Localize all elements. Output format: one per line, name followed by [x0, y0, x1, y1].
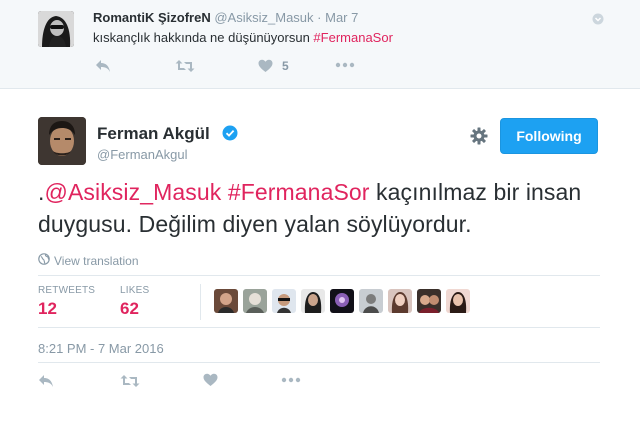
- view-translation-label: View translation: [54, 253, 139, 268]
- liker-avatar[interactable]: [214, 289, 238, 313]
- reply-icon[interactable]: [95, 59, 111, 73]
- liker-avatar[interactable]: [359, 289, 383, 313]
- tweet-timestamp[interactable]: 8:21 PM - 7 Mar 2016: [38, 341, 164, 356]
- liker-avatar[interactable]: [388, 289, 412, 313]
- gear-icon[interactable]: [470, 127, 488, 145]
- following-button[interactable]: Following: [500, 118, 598, 154]
- liker-avatar[interactable]: [417, 289, 441, 313]
- like-button[interactable]: 5: [258, 59, 289, 73]
- reply-icon[interactable]: [38, 374, 54, 388]
- reply-author-handle[interactable]: @Asiksiz_Masuk: [214, 10, 313, 25]
- divider-middle: [38, 327, 600, 328]
- main-author-name[interactable]: Ferman Akgül: [97, 124, 210, 144]
- reply-like-count: 5: [282, 59, 289, 73]
- stats-divider: [200, 284, 201, 320]
- more-icon[interactable]: [281, 377, 301, 383]
- liker-avatars: [214, 289, 475, 315]
- hashtag-link[interactable]: #FermanaSor: [228, 179, 370, 205]
- liker-avatar[interactable]: [272, 289, 296, 313]
- reply-author-name[interactable]: RomantiK ŞizofreN: [93, 10, 211, 25]
- divider-top: [38, 275, 600, 276]
- reply-tweet[interactable]: RomantiK ŞizofreN @Asiksiz_Masuk · Mar 7…: [0, 0, 640, 89]
- liker-avatar[interactable]: [446, 289, 470, 313]
- heart-icon[interactable]: [203, 373, 218, 387]
- main-avatar[interactable]: [38, 117, 86, 165]
- reply-action-bar: 5: [95, 59, 395, 77]
- likes-stat[interactable]: LIKES 62: [120, 285, 149, 319]
- retweets-label: RETWEETS: [38, 285, 96, 296]
- verified-icon: [222, 125, 238, 141]
- mention-link[interactable]: @Asiksiz_Masuk: [45, 179, 222, 205]
- liker-avatar[interactable]: [301, 289, 325, 313]
- likes-count: 62: [120, 299, 139, 318]
- reply-separator: ·: [317, 10, 322, 25]
- more-icon[interactable]: [335, 62, 355, 68]
- reply-date[interactable]: Mar 7: [325, 10, 358, 25]
- view-translation-link[interactable]: View translation: [38, 253, 139, 268]
- caret-down-icon[interactable]: [592, 12, 604, 25]
- liker-avatar[interactable]: [330, 289, 354, 313]
- likes-label: LIKES: [120, 285, 150, 296]
- retweets-stat[interactable]: RETWEETS 12: [38, 285, 95, 319]
- heart-icon: [258, 59, 273, 73]
- retweet-icon[interactable]: [175, 59, 195, 73]
- retweets-count: 12: [38, 299, 57, 318]
- liker-avatar[interactable]: [243, 289, 267, 313]
- reply-text-body: kıskançlık hakkında ne düşünüyorsun: [93, 30, 314, 45]
- reply-tweet-text: kıskançlık hakkında ne düşünüyorsun #Fer…: [93, 30, 393, 45]
- divider-bottom: [38, 362, 600, 363]
- reply-hashtag-link[interactable]: #FermanaSor: [313, 30, 392, 45]
- main-action-bar: [38, 370, 338, 388]
- reply-avatar[interactable]: [38, 11, 74, 47]
- retweet-icon[interactable]: [120, 374, 140, 388]
- globe-icon: [38, 253, 54, 268]
- main-author-handle[interactable]: @FermanAkgul: [97, 147, 188, 162]
- main-tweet-text: .@Asiksiz_Masuk #FermanaSor kaçınılmaz b…: [38, 176, 618, 240]
